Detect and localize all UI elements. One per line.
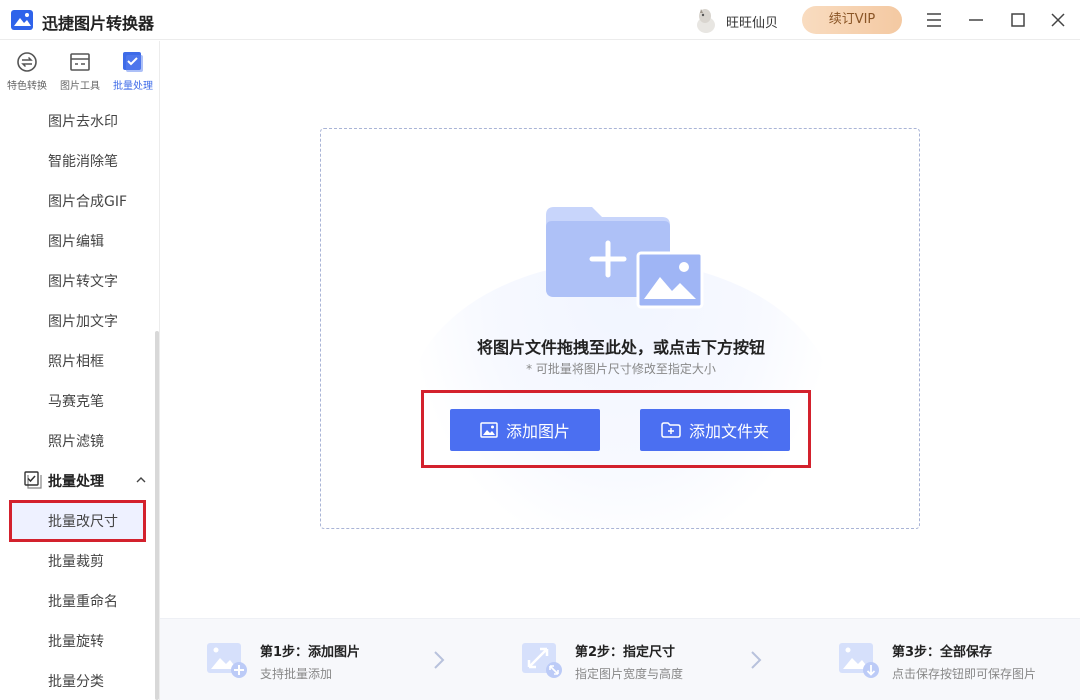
menu-item-mosaic[interactable]: 马赛克笔 xyxy=(48,391,104,411)
tab-image-tools[interactable]: 图片工具 xyxy=(54,51,106,97)
sidebar-scrollbar[interactable] xyxy=(155,331,159,700)
add-image-label: 添加图片 xyxy=(505,422,570,441)
minimize-icon[interactable] xyxy=(966,10,986,30)
menu-item-photo-filter[interactable]: 照片滤镜 xyxy=(48,431,104,451)
folder-plus-icon xyxy=(661,422,681,438)
add-folder-label: 添加文件夹 xyxy=(688,422,769,441)
renew-vip-button[interactable]: 续订VIP xyxy=(802,6,902,34)
add-folder-button[interactable]: 添加文件夹 xyxy=(640,409,790,451)
category-tabs: 特色转换 图片工具 批量处理 xyxy=(0,41,160,99)
folder-image-illustration-icon xyxy=(546,207,704,309)
convert-icon xyxy=(17,52,37,72)
menu-item-batch-classify[interactable]: 批量分类 xyxy=(48,671,104,691)
menu-item-batch-crop[interactable]: 批量裁剪 xyxy=(48,551,104,571)
menu-item-photo-frame[interactable]: 照片相框 xyxy=(48,351,104,371)
menu-item-batch-resize[interactable]: 批量改尺寸 xyxy=(48,511,118,531)
tab-label: 图片工具 xyxy=(60,81,100,92)
tab-label: 批量处理 xyxy=(113,81,153,92)
menu-item-batch-rename[interactable]: 批量重命名 xyxy=(48,591,118,611)
add-image-button[interactable]: 添加图片 xyxy=(450,409,600,451)
step-title: 第3步：全部保存 xyxy=(892,645,993,660)
tab-label: 特色转换 xyxy=(7,81,47,92)
image-tool-icon xyxy=(70,53,90,71)
menu-group-label: 批量处理 xyxy=(48,474,104,490)
menu-item-batch-rotate[interactable]: 批量旋转 xyxy=(48,631,104,651)
menu-item-smart-eraser[interactable]: 智能消除笔 xyxy=(48,151,118,171)
menu-icon[interactable] xyxy=(924,10,944,30)
app-logo-icon xyxy=(11,10,33,30)
step-desc: 支持批量添加 xyxy=(260,667,333,681)
app-title: 迅捷图片转换器 xyxy=(42,14,155,33)
add-image-step-icon xyxy=(207,643,247,678)
drop-zone-subtitle: * 可批量将图片尺寸修改至指定大小 xyxy=(526,362,716,376)
step-title: 第1步：添加图片 xyxy=(260,645,361,660)
resize-step-icon xyxy=(522,643,562,678)
sidebar: 特色转换 图片工具 批量处理 图片去水印 智能消除笔 图片合成GIF 图片编辑 … xyxy=(0,41,160,700)
avatar[interactable] xyxy=(692,6,718,34)
menu-group-batch[interactable]: 批量处理 xyxy=(24,470,154,492)
title-bar: 迅捷图片转换器 旺旺仙贝 续订VIP xyxy=(0,0,1080,40)
chevron-up-icon xyxy=(136,477,146,483)
tab-batch-process[interactable]: 批量处理 xyxy=(107,51,159,97)
batch-check-icon xyxy=(123,52,143,72)
menu-item-add-text[interactable]: 图片加文字 xyxy=(48,311,118,331)
menu-item-image-to-text[interactable]: 图片转文字 xyxy=(48,271,118,291)
menu-item-remove-watermark[interactable]: 图片去水印 xyxy=(48,111,118,131)
tab-feature-convert[interactable]: 特色转换 xyxy=(1,51,53,97)
image-icon xyxy=(480,422,498,438)
chevron-right-icon xyxy=(434,651,445,669)
save-step-icon xyxy=(839,643,879,678)
file-drop-zone[interactable]: 将图片文件拖拽至此处，或点击下方按钮 * 可批量将图片尺寸修改至指定大小 xyxy=(320,128,920,529)
menu-item-image-edit[interactable]: 图片编辑 xyxy=(48,231,104,251)
step-title: 第2步：指定尺寸 xyxy=(575,645,676,660)
username[interactable]: 旺旺仙贝 xyxy=(726,12,778,31)
menu-item-gif[interactable]: 图片合成GIF xyxy=(48,191,127,211)
close-icon[interactable] xyxy=(1048,10,1068,30)
steps-bar: 第1步：添加图片 支持批量添加 第2步：指定尺寸 指定图片宽度与高度 第3步：全… xyxy=(160,618,1080,700)
step-desc: 指定图片宽度与高度 xyxy=(575,667,684,681)
drop-zone-title: 将图片文件拖拽至此处，或点击下方按钮 xyxy=(476,338,765,357)
step-desc: 点击保存按钮即可保存图片 xyxy=(892,667,1037,681)
batch-group-icon xyxy=(24,471,42,489)
maximize-icon[interactable] xyxy=(1008,10,1028,30)
chevron-right-icon xyxy=(751,651,762,669)
